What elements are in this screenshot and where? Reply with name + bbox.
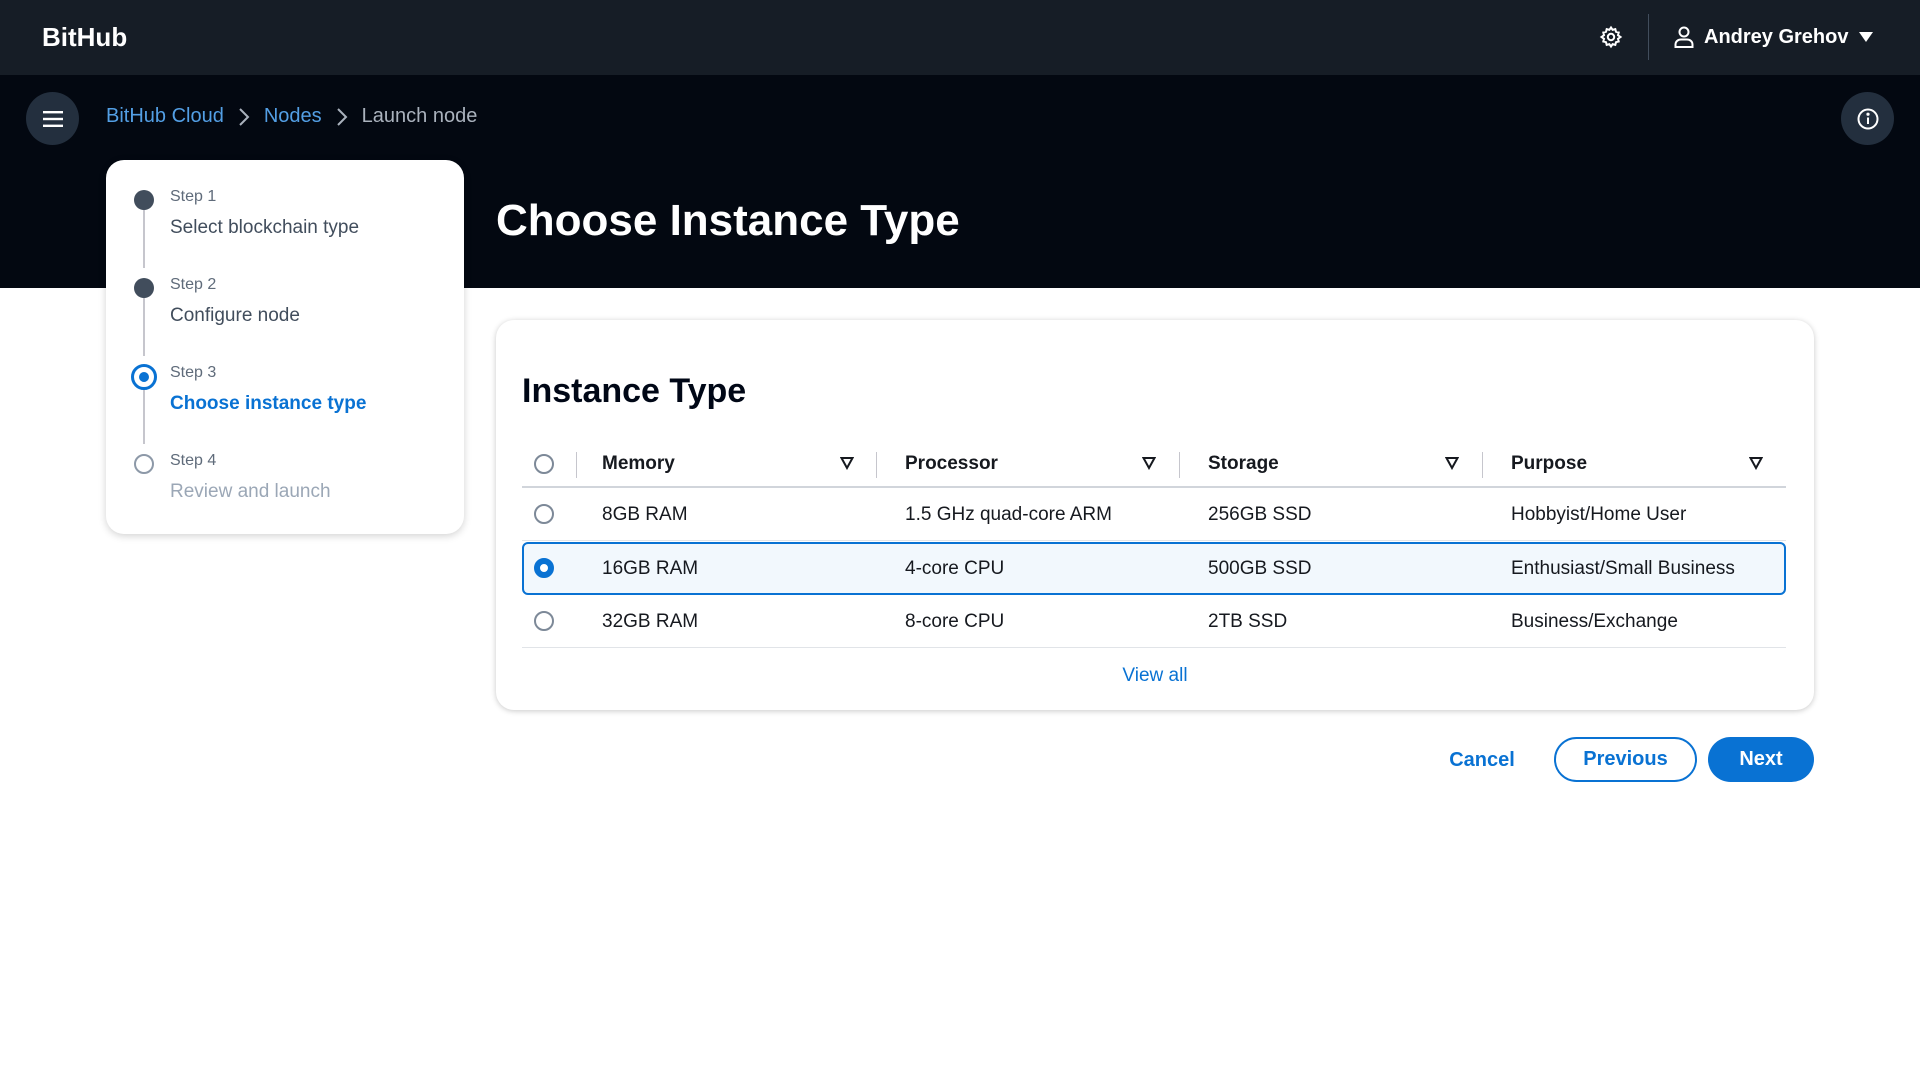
row-select-radio[interactable] xyxy=(534,611,554,631)
table-header: Memory Processor Storage Purpose xyxy=(522,442,1786,488)
sort-down-icon[interactable] xyxy=(1142,456,1156,470)
user-name: Andrey Grehov xyxy=(1704,25,1849,48)
gear-icon xyxy=(1599,25,1623,49)
wizard-steps-navigation: Step 1 Select blockchain type Step 2 Con… xyxy=(106,160,464,534)
step-label: Choose instance type xyxy=(170,393,367,414)
memory-cell: 8GB RAM xyxy=(602,503,688,525)
step-complete-icon xyxy=(134,278,154,298)
column-divider xyxy=(576,452,577,478)
chevron-right-icon xyxy=(238,107,250,127)
sort-down-icon[interactable] xyxy=(1445,456,1459,470)
purpose-cell: Hobbyist/Home User xyxy=(1511,503,1687,525)
breadcrumb-launch-node: Launch node xyxy=(361,105,478,127)
purpose-cell: Business/Exchange xyxy=(1511,610,1678,632)
brand-logo[interactable]: BitHub xyxy=(42,22,127,53)
table-row-selected[interactable]: 16GB RAM 4-core CPU 500GB SSD Enthusiast… xyxy=(522,542,1786,595)
row-select-radio[interactable] xyxy=(534,504,554,524)
instance-type-container: Instance Type Memory Processor Storage P… xyxy=(496,320,1814,710)
step-number: Step 1 xyxy=(170,188,217,205)
view-all-link[interactable]: View all xyxy=(496,665,1814,687)
cancel-button[interactable]: Cancel xyxy=(1436,738,1528,782)
breadcrumb: BitHub Cloud Nodes Launch node xyxy=(106,105,477,128)
select-all-radio[interactable] xyxy=(534,454,554,474)
info-panel-button[interactable] xyxy=(1841,92,1894,145)
info-icon xyxy=(1857,108,1878,129)
column-header-storage[interactable]: Storage xyxy=(1208,442,1279,486)
step-pending-icon xyxy=(134,454,154,474)
step-label: Select blockchain type xyxy=(170,217,360,238)
memory-cell: 16GB RAM xyxy=(602,557,699,579)
storage-cell: 2TB SSD xyxy=(1208,610,1288,632)
processor-cell: 1.5 GHz quad-core ARM xyxy=(905,503,1112,525)
step-number: Step 2 xyxy=(170,276,217,293)
previous-button[interactable]: Previous xyxy=(1554,737,1697,782)
processor-cell: 4-core CPU xyxy=(905,557,1005,579)
step-label: Review and launch xyxy=(170,481,331,502)
top-navigation-bar: BitHub Andrey Grehov xyxy=(0,0,1920,75)
user-menu[interactable]: Andrey Grehov xyxy=(1674,22,1874,52)
row-select-radio-checked[interactable] xyxy=(534,558,554,578)
step-current-icon xyxy=(131,364,157,390)
settings-button[interactable] xyxy=(1596,22,1626,52)
column-header-memory[interactable]: Memory xyxy=(602,442,675,486)
step-number: Step 3 xyxy=(170,364,217,381)
column-divider xyxy=(876,452,877,478)
topbar-divider xyxy=(1648,14,1649,60)
column-header-purpose[interactable]: Purpose xyxy=(1511,442,1587,486)
processor-cell: 8-core CPU xyxy=(905,610,1005,632)
storage-cell: 256GB SSD xyxy=(1208,503,1312,525)
column-divider xyxy=(1179,452,1180,478)
sort-down-icon[interactable] xyxy=(840,456,854,470)
step-connector xyxy=(143,290,145,356)
breadcrumb-bithub-cloud[interactable]: BitHub Cloud xyxy=(106,105,224,128)
table-row[interactable]: 32GB RAM 8-core CPU 2TB SSD Business/Exc… xyxy=(522,595,1786,648)
step-label: Configure node xyxy=(170,305,300,326)
table-row[interactable]: 8GB RAM 1.5 GHz quad-core ARM 256GB SSD … xyxy=(522,488,1786,541)
caret-down-icon xyxy=(1859,32,1874,42)
user-icon xyxy=(1674,26,1694,48)
column-divider xyxy=(1482,452,1483,478)
page-title: Choose Instance Type xyxy=(496,196,960,245)
breadcrumb-nodes[interactable]: Nodes xyxy=(264,105,322,128)
step-number: Step 4 xyxy=(170,452,217,469)
step-connector xyxy=(143,202,145,268)
step-complete-icon xyxy=(134,190,154,210)
memory-cell: 32GB RAM xyxy=(602,610,699,632)
sort-down-icon[interactable] xyxy=(1749,456,1763,470)
chevron-right-icon xyxy=(336,107,348,127)
hamburger-menu-icon xyxy=(42,110,63,127)
storage-cell: 500GB SSD xyxy=(1208,557,1312,579)
section-title: Instance Type xyxy=(522,372,747,410)
purpose-cell: Enthusiast/Small Business xyxy=(1511,557,1735,579)
column-header-processor[interactable]: Processor xyxy=(905,442,998,486)
navigation-menu-button[interactable] xyxy=(26,92,79,145)
next-button[interactable]: Next xyxy=(1708,737,1814,782)
